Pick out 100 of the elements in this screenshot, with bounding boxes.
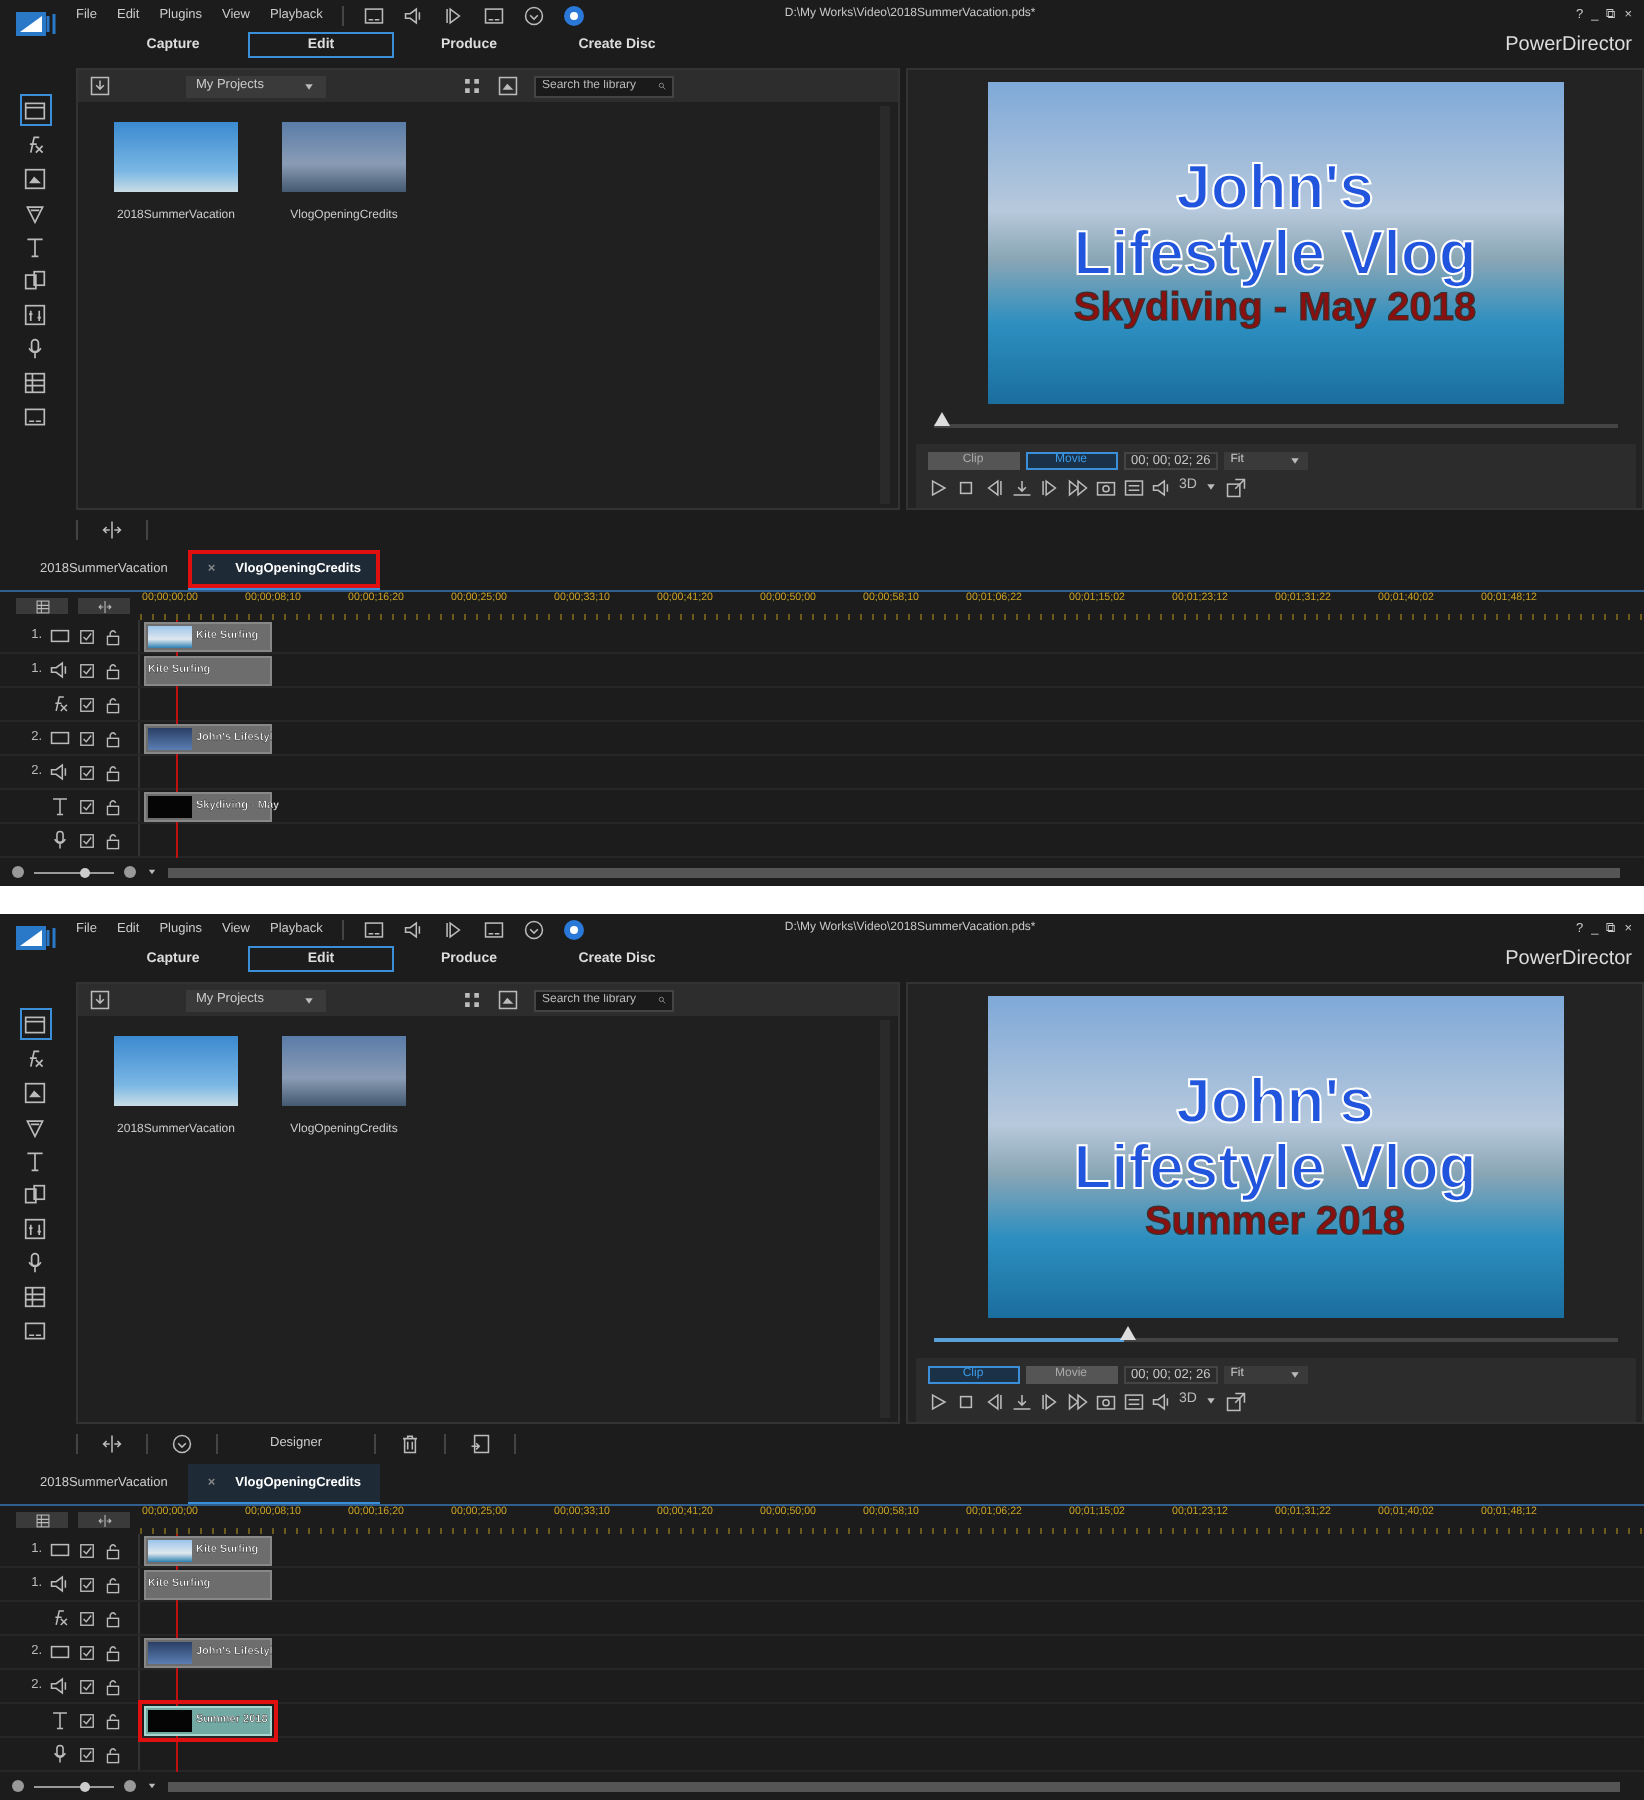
caret-icon[interactable] <box>1204 480 1219 495</box>
lock-icon[interactable] <box>104 797 122 815</box>
slider-thumb[interactable] <box>1120 1325 1137 1340</box>
undock-icon[interactable] <box>1226 477 1247 498</box>
caret-icon[interactable] <box>1204 1394 1219 1409</box>
thumbnail-placeholder <box>148 1540 192 1562</box>
grid-icon[interactable] <box>462 990 482 1010</box>
fit-view-button[interactable] <box>16 1512 68 1528</box>
previous-frame-icon[interactable] <box>983 1391 1003 1412</box>
image-icon[interactable] <box>21 1078 49 1106</box>
lock-icon[interactable] <box>104 1711 122 1729</box>
checkbox-icon[interactable] <box>78 797 96 815</box>
lock-icon[interactable] <box>104 695 122 713</box>
mixer-icon[interactable] <box>21 300 49 328</box>
title-text: Lifestyle Vlog <box>1073 1136 1477 1199</box>
speaker-icon <box>50 1676 70 1696</box>
lock-icon[interactable] <box>104 831 122 849</box>
lock-icon[interactable] <box>104 1575 122 1593</box>
checkbox-icon[interactable] <box>78 627 96 645</box>
camera-icon[interactable] <box>1095 477 1115 498</box>
fast-forward-icon[interactable] <box>1067 1391 1087 1412</box>
previous-frame-icon[interactable] <box>983 477 1003 498</box>
slider-thumb[interactable] <box>79 1781 90 1791</box>
film-icon[interactable] <box>21 96 49 124</box>
split-icon[interactable] <box>102 520 122 540</box>
slider-thumb[interactable] <box>933 411 949 426</box>
caret-icon[interactable] <box>146 866 158 878</box>
fit-view-button[interactable] <box>16 598 68 614</box>
checkbox-icon[interactable] <box>78 1609 96 1627</box>
checkbox-icon[interactable] <box>78 831 96 849</box>
stop-icon[interactable] <box>955 1391 975 1412</box>
export-icon[interactable] <box>470 1434 491 1454</box>
lock-icon[interactable] <box>104 1745 122 1763</box>
camera-icon[interactable] <box>1095 1391 1115 1412</box>
checkbox-icon[interactable] <box>78 1745 96 1763</box>
slider-thumb[interactable] <box>79 867 90 877</box>
next-frame-icon[interactable] <box>1039 477 1059 498</box>
film-icon[interactable] <box>21 1010 49 1038</box>
caret-icon[interactable] <box>146 1780 158 1792</box>
microphone-icon <box>50 830 70 850</box>
lock-icon[interactable] <box>104 763 122 781</box>
clock-icon[interactable] <box>172 1434 192 1454</box>
checkbox-icon[interactable] <box>78 1541 96 1559</box>
fast-forward-icon[interactable] <box>1067 477 1087 498</box>
trash-icon[interactable] <box>400 1434 421 1454</box>
lock-icon[interactable] <box>104 729 122 747</box>
stop-icon[interactable] <box>955 477 975 498</box>
play-icon[interactable] <box>927 477 947 498</box>
grid-icon[interactable] <box>462 76 482 96</box>
notification-icon[interactable] <box>564 919 585 939</box>
title-icon <box>50 796 70 816</box>
lock-icon[interactable] <box>104 661 122 679</box>
scrollbar[interactable] <box>168 1781 1620 1791</box>
lock-icon[interactable] <box>104 1609 122 1627</box>
checkbox-icon[interactable] <box>78 1643 96 1661</box>
notification-icon[interactable] <box>564 5 585 25</box>
checkbox-icon[interactable] <box>78 1711 96 1729</box>
volume-icon[interactable] <box>1151 477 1171 498</box>
list-icon[interactable] <box>1123 1391 1143 1412</box>
thumbnail-placeholder <box>148 796 192 818</box>
split-icon[interactable] <box>102 1434 122 1454</box>
transition-icon[interactable] <box>21 1180 49 1208</box>
marker-icon[interactable] <box>1011 1391 1031 1412</box>
chapter-icon[interactable] <box>21 368 49 396</box>
next-frame-icon[interactable] <box>1039 1391 1059 1412</box>
zoom-in-icon[interactable] <box>124 866 136 878</box>
checkbox-icon[interactable] <box>78 1575 96 1593</box>
transition-icon[interactable] <box>21 266 49 294</box>
checkbox-icon[interactable] <box>78 1677 96 1695</box>
checkbox-icon[interactable] <box>78 763 96 781</box>
list-icon[interactable] <box>1123 477 1143 498</box>
lock-icon[interactable] <box>104 1643 122 1661</box>
zoom-fit-button[interactable] <box>78 598 130 614</box>
chapter-icon[interactable] <box>21 1282 49 1310</box>
zoom-out-icon[interactable] <box>12 866 24 878</box>
import-icon[interactable] <box>90 76 110 96</box>
lock-icon[interactable] <box>104 627 122 645</box>
checkbox-icon[interactable] <box>78 695 96 713</box>
lock-icon[interactable] <box>104 1677 122 1695</box>
lock-icon[interactable] <box>104 1541 122 1559</box>
checkbox-icon[interactable] <box>78 729 96 747</box>
caret-icon <box>302 79 316 93</box>
zoom-out-icon[interactable] <box>12 1780 24 1792</box>
caret-icon <box>302 993 316 1007</box>
thumbnail-placeholder <box>282 1036 406 1106</box>
mixer-icon[interactable] <box>21 1214 49 1242</box>
image-icon[interactable] <box>498 76 518 96</box>
import-icon[interactable] <box>90 990 110 1010</box>
volume-icon[interactable] <box>1151 1391 1171 1412</box>
title-icon <box>50 1710 70 1730</box>
undock-icon[interactable] <box>1226 1391 1247 1412</box>
image-icon[interactable] <box>21 164 49 192</box>
scrollbar[interactable] <box>168 867 1620 877</box>
screen-icon <box>50 626 70 646</box>
zoom-in-icon[interactable] <box>124 1780 136 1792</box>
marker-icon[interactable] <box>1011 477 1031 498</box>
play-icon[interactable] <box>927 1391 947 1412</box>
image-icon[interactable] <box>498 990 518 1010</box>
zoom-fit-button[interactable] <box>78 1512 130 1528</box>
checkbox-icon[interactable] <box>78 661 96 679</box>
